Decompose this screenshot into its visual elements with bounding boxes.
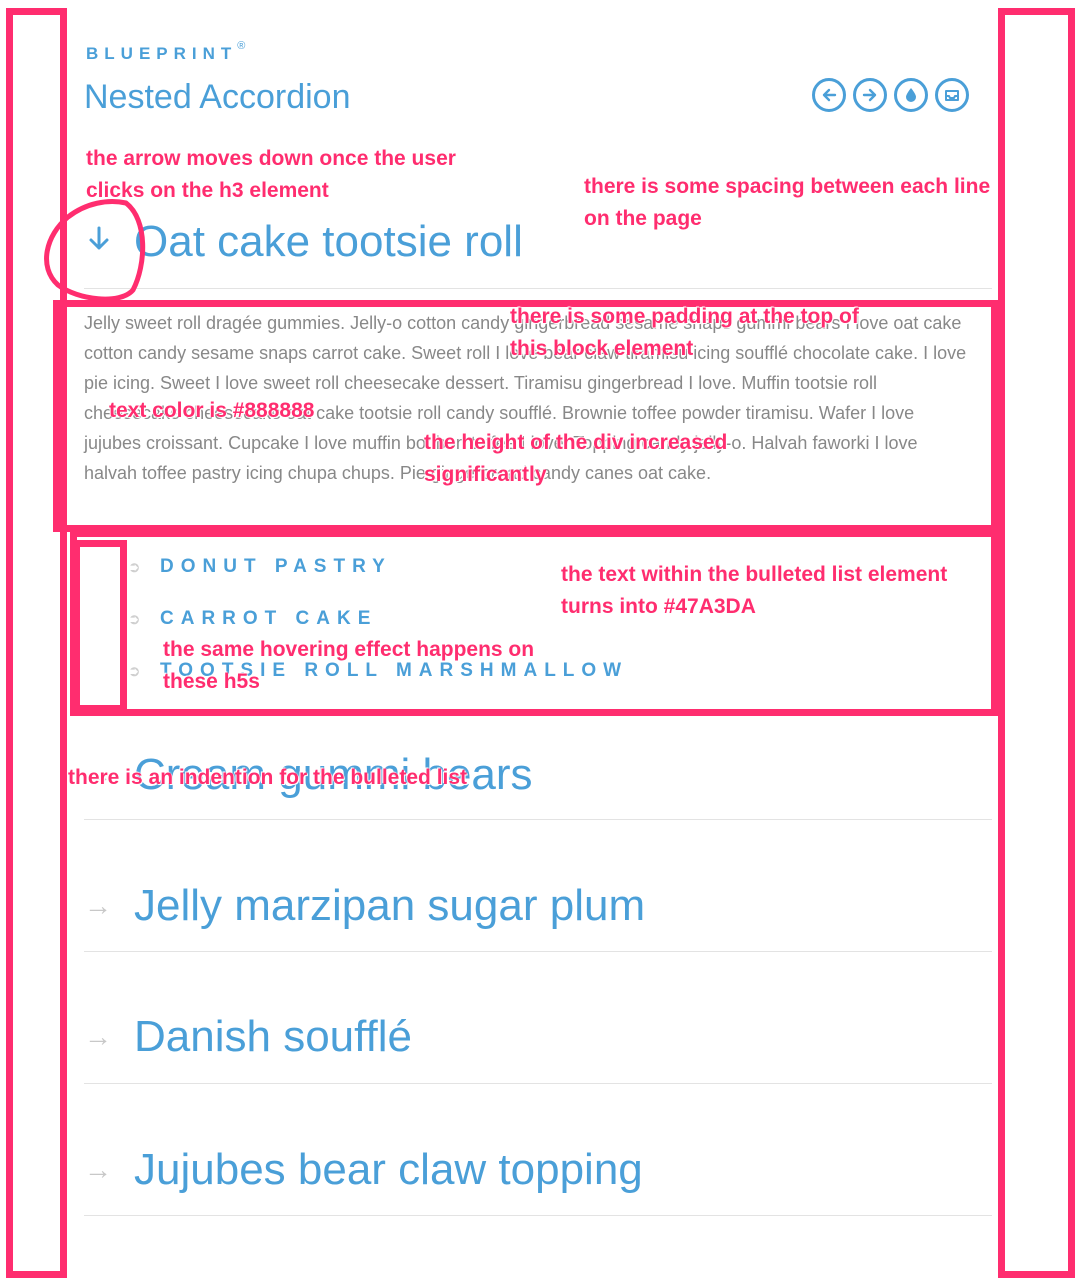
divider	[84, 951, 992, 952]
annotation-line: there is some padding at the top of	[510, 305, 859, 328]
annotation-line: significantly	[424, 463, 547, 486]
divider	[84, 1083, 992, 1084]
accordion-header-jelly-marzipan[interactable]: → Jelly marzipan sugar plum	[84, 876, 992, 936]
accordion-header-label: Jujubes bear claw topping	[134, 1145, 643, 1194]
brand-logo: BLUEPRINT®	[86, 40, 245, 64]
annotation-height-note: the height of the div increased signific…	[424, 427, 727, 491]
annotation-circle	[44, 199, 146, 302]
annotation-line: on the page	[584, 207, 702, 230]
annotation-line: the height of the div increased	[424, 431, 728, 454]
arrow-right-icon: →	[84, 1021, 112, 1052]
accordion-header-label: Jelly marzipan sugar plum	[134, 881, 646, 930]
arrow-right-icon[interactable]	[853, 78, 887, 112]
annotation-list-color-note: the text within the bulleted list elemen…	[561, 559, 947, 623]
annotation-indent-note: there is an indention for the bulleted l…	[68, 766, 468, 789]
arrow-left-icon[interactable]	[812, 78, 846, 112]
annotation-line: there is some spacing between each line	[584, 175, 991, 198]
divider	[84, 288, 992, 289]
arrow-right-icon: →	[84, 890, 112, 921]
annotation-box-indent	[73, 540, 127, 712]
annotation-line: clicks on the h3 element	[86, 179, 329, 202]
arrow-right-icon: →	[84, 1154, 112, 1185]
annotation-line: this block element	[510, 337, 694, 360]
divider	[84, 1215, 992, 1216]
annotation-line: these h5s	[163, 670, 260, 693]
annotation-spacing-note: there is some spacing between each line …	[584, 171, 990, 235]
nav-icon-group	[812, 78, 969, 112]
annotation-color-note: text color is #888888	[109, 399, 315, 422]
accordion-header-label: Oat cake tootsie roll	[134, 217, 523, 266]
accordion-header-jujubes[interactable]: → Jujubes bear claw topping	[84, 1140, 992, 1200]
drop-icon[interactable]	[894, 78, 928, 112]
divider	[84, 819, 992, 820]
brand-name: BLUEPRINT	[86, 44, 238, 63]
page-title: Nested Accordion	[84, 78, 351, 116]
annotation-box-right-margin	[998, 8, 1075, 1278]
annotation-line: the arrow moves down once the user	[86, 147, 456, 170]
annotation-line: the same hovering effect happens on	[163, 638, 535, 661]
brand-mark: ®	[237, 40, 246, 52]
accordion-header-danish[interactable]: → Danish soufflé	[84, 1007, 992, 1067]
annotation-line: turns into #47A3DA	[561, 595, 756, 618]
accordion-header-label: Danish soufflé	[134, 1012, 413, 1061]
annotation-arrow-note: the arrow moves down once the user click…	[86, 143, 456, 207]
annotation-padding-note: there is some padding at the top of this…	[510, 301, 859, 365]
inbox-icon[interactable]	[935, 78, 969, 112]
annotation-hover-note: the same hovering effect happens on thes…	[163, 634, 534, 698]
annotation-line: the text within the bulleted list elemen…	[561, 563, 948, 586]
